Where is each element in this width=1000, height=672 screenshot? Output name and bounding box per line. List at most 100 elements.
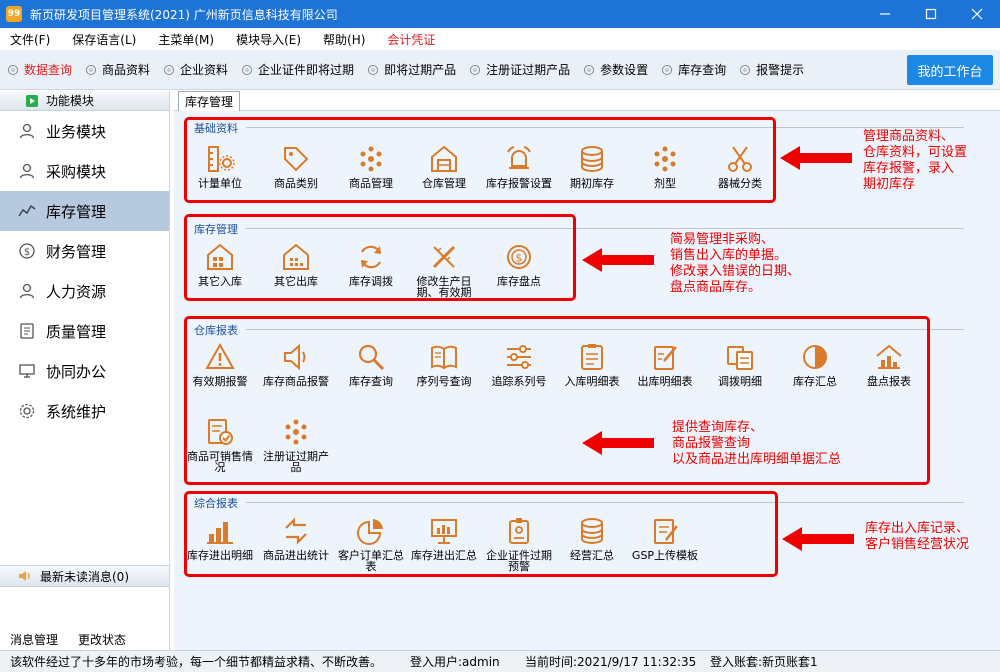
app-logo-icon: 99	[6, 6, 22, 22]
document-check-icon	[208, 419, 233, 445]
toolbar-alarm-notice[interactable]: 报警提示	[740, 61, 804, 78]
modify-production-date-button[interactable]: 修改生产日期、有效期	[406, 242, 482, 298]
chart-icon	[18, 204, 36, 217]
bar-chart-icon	[207, 522, 233, 544]
radio-dot-icon	[662, 64, 673, 75]
money-icon: $	[19, 243, 35, 259]
cycle-arrows-icon	[285, 517, 307, 545]
unread-messages[interactable]: 最新未读消息(0)	[0, 565, 169, 587]
radio-dot-icon	[164, 64, 175, 75]
gear-icon	[19, 403, 35, 419]
coin-stack-icon	[581, 518, 603, 544]
toolbar-expired-registration[interactable]: 注册证过期产品	[470, 61, 570, 78]
menu-file[interactable]: 文件(F)	[10, 31, 50, 48]
sidebar: 功能模块 业务模块 采购模块 库存管理 $ 财务管理 人力资源 质量管理 协同办…	[0, 91, 170, 650]
arrow-left-icon	[582, 431, 654, 455]
main-panel: 基础资料 计量单位 商品类别 商品管理 仓库管理 库存报警设置 期初库存 剂型 …	[174, 111, 1000, 650]
sidebar-item-inventory[interactable]: 库存管理	[0, 191, 169, 231]
my-workbench-button[interactable]: 我的工作台	[907, 55, 993, 85]
sidebar-item-hr[interactable]: 人力资源	[0, 271, 169, 311]
opening-stock-button[interactable]: 期初库存	[554, 144, 630, 189]
other-outbound-button[interactable]: 其它出库	[258, 242, 334, 287]
stock-product-alert-button[interactable]: 库存商品报警	[258, 342, 334, 387]
title-bar: 99 新页研发项目管理系统(2021) 广州新页信息科技有限公司	[0, 0, 1000, 28]
expired-registration-products-button[interactable]: 注册证过期产品	[258, 417, 334, 473]
stock-in-out-summary-button[interactable]: 库存进出汇总	[406, 516, 482, 561]
stock-transfer-button[interactable]: 库存调拨	[333, 242, 409, 287]
product-in-out-stats-button[interactable]: 商品进出统计	[258, 516, 334, 561]
minimize-button[interactable]	[862, 0, 908, 28]
toolbar-parameter-settings[interactable]: 参数设置	[584, 61, 648, 78]
warehouse-management-button[interactable]: 仓库管理	[406, 144, 482, 189]
business-summary-button[interactable]: 经营汇总	[554, 516, 630, 561]
measure-unit-icon	[208, 146, 235, 172]
inbound-detail-button[interactable]: 入库明细表	[554, 342, 630, 387]
toolbar-expiring-licenses[interactable]: 企业证件即将过期	[242, 61, 354, 78]
inventory-report-button[interactable]: 盘点报表	[851, 342, 927, 387]
tab-inventory-management[interactable]: 库存管理	[178, 91, 241, 111]
radio-dot-icon	[470, 64, 481, 75]
search-icon	[358, 344, 385, 371]
sidebar-item-quality[interactable]: 质量管理	[0, 311, 169, 351]
sidebar-item-system[interactable]: 系统维护	[0, 391, 169, 431]
annotation-basic: 管理商品资料、 仓库资料，可设置 库存报警，录入 期初库存	[863, 129, 968, 192]
radio-dot-icon	[368, 64, 379, 75]
trace-serial-button[interactable]: 追踪系列号	[481, 342, 557, 387]
menu-main[interactable]: 主菜单(M)	[158, 31, 214, 48]
stock-summary-button[interactable]: 库存汇总	[777, 342, 853, 387]
person-icon	[19, 283, 35, 299]
product-management-button[interactable]: 商品管理	[333, 144, 409, 189]
toolbar-expiring-products[interactable]: 即将过期产品	[368, 61, 456, 78]
toolbar-company-info[interactable]: 企业资料	[164, 61, 228, 78]
device-category-button[interactable]: 器械分类	[702, 144, 778, 189]
dosage-form-button[interactable]: 剂型	[627, 144, 703, 189]
menu-save-language[interactable]: 保存语言(L)	[72, 31, 136, 48]
stock-in-out-detail-button[interactable]: 库存进出明细	[182, 516, 258, 561]
close-button[interactable]	[954, 0, 1000, 28]
gsp-upload-template-button[interactable]: GSP上传模板	[627, 516, 703, 561]
scissors-icon	[728, 146, 752, 172]
sidebar-item-business[interactable]: 业务模块	[0, 111, 169, 151]
menu-module-import[interactable]: 模块导入(E)	[236, 31, 301, 48]
arrow-left-icon	[780, 146, 852, 170]
unit-of-measure-button[interactable]: 计量单位	[182, 144, 258, 189]
user-icon	[19, 123, 35, 139]
id-badge-icon	[509, 518, 529, 544]
product-category-button[interactable]: 商品类别	[258, 144, 334, 189]
speaker-icon	[19, 571, 30, 581]
menu-bar: 文件(F) 保存语言(L) 主菜单(M) 模块导入(E) 帮助(H) 会计凭证	[0, 28, 1000, 50]
serial-number-query-button[interactable]: 序列号查询	[406, 342, 482, 387]
maximize-icon	[925, 8, 937, 20]
alarm-bell-icon	[507, 146, 531, 169]
menu-accounting-voucher[interactable]: 会计凭证	[387, 31, 435, 48]
stock-alarm-settings-button[interactable]: 库存报警设置	[481, 144, 557, 189]
sidebar-item-purchase[interactable]: 采购模块	[0, 151, 169, 191]
stock-query-button[interactable]: 库存查询	[333, 342, 409, 387]
outbound-detail-button[interactable]: 出库明细表	[627, 342, 703, 387]
toolbar-data-query[interactable]: 数据查询	[8, 61, 72, 78]
sellable-products-button[interactable]: 商品可销售情况	[182, 417, 258, 473]
annotation-reports: 提供查询库存、 商品报警查询 以及商品进出库明细单据汇总	[672, 420, 842, 467]
tag-icon	[284, 147, 309, 172]
sidebar-bottom-links: 消息管理 更改状态	[0, 629, 169, 649]
expiry-alert-button[interactable]: 有效期报警	[182, 342, 258, 387]
building-in-icon	[207, 243, 233, 270]
maximize-button[interactable]	[908, 0, 954, 28]
other-inbound-button[interactable]: 其它入库	[182, 242, 258, 287]
sidebar-item-finance[interactable]: $ 财务管理	[0, 231, 169, 271]
toolbar-stock-query[interactable]: 库存查询	[662, 61, 726, 78]
license-expiry-warning-button[interactable]: 企业证件过期预警	[481, 516, 557, 572]
transfer-detail-button[interactable]: 调拨明细	[702, 342, 778, 387]
message-management-link[interactable]: 消息管理	[10, 631, 58, 648]
pie-slice-icon	[357, 519, 383, 545]
stock-count-button[interactable]: $ 库存盘点	[481, 242, 557, 287]
open-book-icon	[431, 345, 457, 370]
toolbar-product-info[interactable]: 商品资料	[86, 61, 150, 78]
change-status-link[interactable]: 更改状态	[78, 631, 126, 648]
annotation-summary: 库存出入库记录、 客户销售经营状况	[865, 521, 970, 552]
status-slogan: 该软件经过了十多年的市场考验，每一个细节都精益求精、不断改善。	[10, 655, 383, 669]
monitor-icon	[19, 364, 35, 378]
sidebar-item-office[interactable]: 协同办公	[0, 351, 169, 391]
menu-help[interactable]: 帮助(H)	[323, 31, 365, 48]
customer-order-summary-button[interactable]: 客户订单汇总表	[333, 516, 409, 572]
